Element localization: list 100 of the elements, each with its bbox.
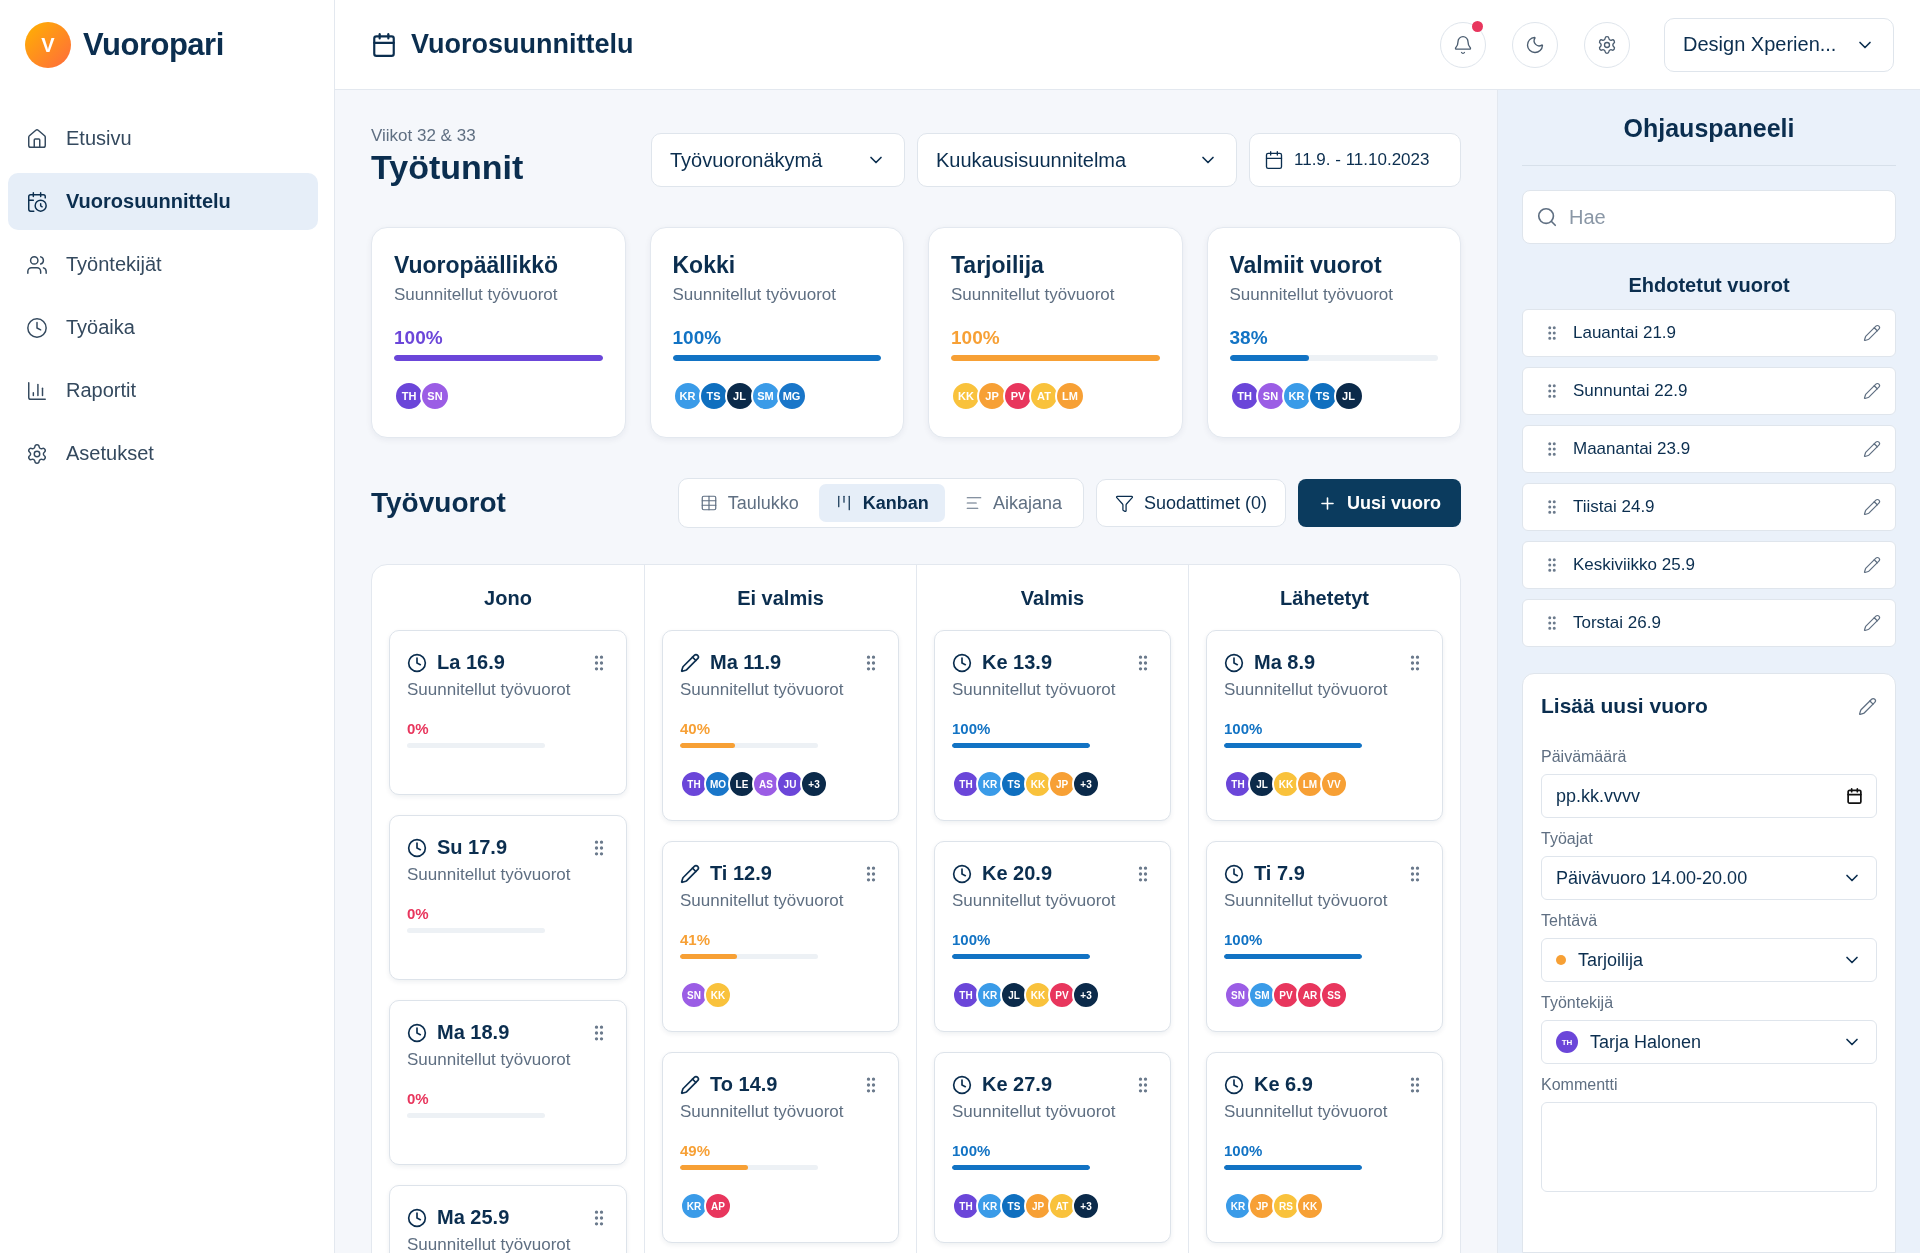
- panel-title: Ohjauspaneeli: [1522, 114, 1896, 166]
- view-tab[interactable]: Aikajana: [948, 484, 1078, 522]
- avatar: TH: [394, 381, 424, 411]
- field-label: Työntekijä: [1541, 994, 1615, 1012]
- employee-select[interactable]: TH Tarja Halonen: [1541, 1020, 1877, 1064]
- suggested-shift-label: Lauantai 21.9: [1573, 323, 1678, 343]
- shift-percent: 41%: [680, 931, 712, 948]
- view-tab[interactable]: Kanban: [818, 484, 945, 522]
- column-title: Lähetetyt: [1279, 587, 1370, 610]
- notifications-button[interactable]: [1440, 21, 1486, 68]
- suggested-shift[interactable]: Maanantai 23.9: [1522, 425, 1896, 473]
- new-shift-button[interactable]: Uusi vuoro: [1298, 479, 1461, 527]
- shift-percent: 100%: [952, 1142, 992, 1159]
- avatar: TH: [952, 770, 980, 798]
- sidebar-item[interactable]: Raportit: [8, 362, 318, 419]
- shift-card[interactable]: Ma 18.9 Suunnitellut työvuorot 0%: [389, 1000, 627, 1165]
- pencil-icon[interactable]: [1863, 498, 1881, 516]
- sidebar-item[interactable]: Etusivu: [8, 110, 318, 167]
- shift-date: To 14.9: [710, 1073, 779, 1096]
- shift-card[interactable]: Ke 6.9 Suunnitellut työvuorot 100% KR JP RS KK: [1206, 1052, 1443, 1243]
- clock-icon: [952, 863, 972, 884]
- shift-card[interactable]: Ti 7.9 Suunnitellut työvuorot 100% SN SM PV AR SS: [1206, 841, 1443, 1032]
- task-select[interactable]: Tarjoilija: [1541, 938, 1877, 982]
- shift-card[interactable]: Su 17.9 Suunnitellut työvuorot 0%: [389, 815, 627, 980]
- shift-percent: 100%: [952, 720, 992, 737]
- date-field[interactable]: pp.kk.vvvv: [1541, 774, 1877, 818]
- avatar: VV: [1320, 770, 1348, 798]
- plan-dropdown[interactable]: Kuukausisuunnitelma: [917, 133, 1237, 187]
- avatar: AT: [1029, 381, 1059, 411]
- sidebar-item[interactable]: Työntekijät: [8, 236, 318, 293]
- card-subtitle: Suunnitellut työvuorot: [1229, 285, 1394, 305]
- avatar: SN: [680, 981, 708, 1009]
- suggested-shift-label: Torstai 26.9: [1573, 613, 1662, 633]
- workspace-dropdown[interactable]: Design Xperien...: [1664, 17, 1894, 72]
- settings-button[interactable]: [1584, 21, 1630, 68]
- card-title: Tarjoilija: [951, 252, 1045, 279]
- suggested-shift[interactable]: Sunnuntai 22.9: [1522, 367, 1896, 415]
- search-field[interactable]: Hae: [1522, 190, 1896, 244]
- select-value: Tarja Halonen: [1590, 1031, 1703, 1053]
- avatar: KK: [1296, 1192, 1324, 1220]
- shift-subtitle: Suunnitellut työvuorot: [952, 680, 1117, 700]
- shift-percent: 0%: [407, 1090, 430, 1107]
- pencil-icon[interactable]: [1863, 324, 1881, 342]
- shift-percent: 100%: [952, 931, 992, 948]
- shift-card[interactable]: To 14.9 Suunnitellut työvuorot 49% KR AP: [662, 1052, 899, 1243]
- card-subtitle: Suunnitellut työvuorot: [951, 285, 1116, 305]
- shift-subtitle: Suunnitellut työvuorot: [1224, 1102, 1389, 1122]
- shift-card[interactable]: Ma 8.9 Suunnitellut työvuorot 100% TH JL KK LM VV: [1206, 630, 1443, 821]
- comment-field[interactable]: [1541, 1102, 1877, 1192]
- suggested-shift[interactable]: Tiistai 24.9: [1522, 483, 1896, 531]
- sidebar-item[interactable]: Työaika: [8, 299, 318, 356]
- card-title: Vuoropäällikkö: [394, 252, 560, 279]
- sidebar-item[interactable]: Vuorosuunnittelu: [8, 173, 318, 230]
- sidebar-item[interactable]: Asetukset: [8, 425, 318, 482]
- view-dropdown[interactable]: Työvuoronäkymä: [651, 133, 905, 187]
- suggested-shift[interactable]: Keskiviikko 25.9: [1522, 541, 1896, 589]
- app-name: Vuoropari: [83, 27, 224, 63]
- shift-card[interactable]: Ma 11.9 Suunnitellut työvuorot 40% TH MO LE AS JU +3: [662, 630, 899, 821]
- avatar: TS: [1000, 1192, 1028, 1220]
- pencil-icon[interactable]: [1863, 614, 1881, 632]
- shift-date: Su 17.9: [437, 836, 509, 859]
- suggested-shift-label: Sunnuntai 22.9: [1573, 381, 1689, 401]
- theme-button[interactable]: [1512, 21, 1558, 68]
- shift-subtitle: Suunnitellut työvuorot: [407, 1050, 572, 1070]
- avatar: TH: [952, 981, 980, 1009]
- suggested-shift[interactable]: Torstai 26.9: [1522, 599, 1896, 647]
- avatar: SN: [1255, 381, 1286, 411]
- pencil-icon[interactable]: [1863, 556, 1881, 574]
- shift-percent: 100%: [1224, 931, 1264, 948]
- pencil-icon[interactable]: [1863, 382, 1881, 400]
- avatar: KK: [1024, 981, 1052, 1009]
- settings-icon: [1597, 34, 1617, 55]
- shift-card[interactable]: Ti 12.9 Suunnitellut työvuorot 41% SN KK: [662, 841, 899, 1032]
- shift-card[interactable]: Ke 20.9 Suunnitellut työvuorot 100% TH KR JL KK PV +3: [934, 841, 1171, 1032]
- shift-date: Ma 25.9: [437, 1206, 511, 1229]
- hours-select[interactable]: Päivävuoro 14.00-20.00: [1541, 856, 1877, 900]
- shift-subtitle: Suunnitellut työvuorot: [1224, 680, 1389, 700]
- avatar: +3: [1072, 981, 1100, 1009]
- pencil-icon[interactable]: [1858, 696, 1877, 716]
- avatar: KR: [1281, 381, 1312, 411]
- suggested-shift[interactable]: Lauantai 21.9: [1522, 309, 1896, 357]
- shift-date: Ma 11.9: [710, 651, 783, 674]
- avatar: RS: [1272, 1192, 1300, 1220]
- shift-card[interactable]: Ma 25.9 Suunnitellut työvuorot: [389, 1185, 627, 1253]
- pencil-icon[interactable]: [1863, 440, 1881, 458]
- shift-card[interactable]: Ke 27.9 Suunnitellut työvuorot 100% TH KR TS JP AT +3: [934, 1052, 1171, 1243]
- shift-percent: 49%: [680, 1142, 712, 1159]
- date-range-button[interactable]: 11.9. - 11.10.2023: [1249, 133, 1461, 187]
- shift-card[interactable]: Ke 13.9 Suunnitellut työvuorot 100% TH KR TS KK JP +3: [934, 630, 1171, 821]
- shift-subtitle: Suunnitellut työvuorot: [407, 865, 572, 885]
- avatar: JP: [1024, 1192, 1052, 1220]
- shift-subtitle: Suunnitellut työvuorot: [680, 680, 845, 700]
- avatar: KK: [951, 381, 981, 411]
- filters-button[interactable]: Suodattimet (0): [1095, 479, 1286, 527]
- avatar: TS: [698, 381, 729, 411]
- avatar: TS: [1307, 381, 1338, 411]
- avatar: SN: [1224, 981, 1252, 1009]
- shift-card[interactable]: La 16.9 Suunnitellut työvuorot 0%: [389, 630, 627, 795]
- view-tab[interactable]: Taulukko: [683, 484, 815, 522]
- section-title: Työtunnit: [371, 148, 525, 187]
